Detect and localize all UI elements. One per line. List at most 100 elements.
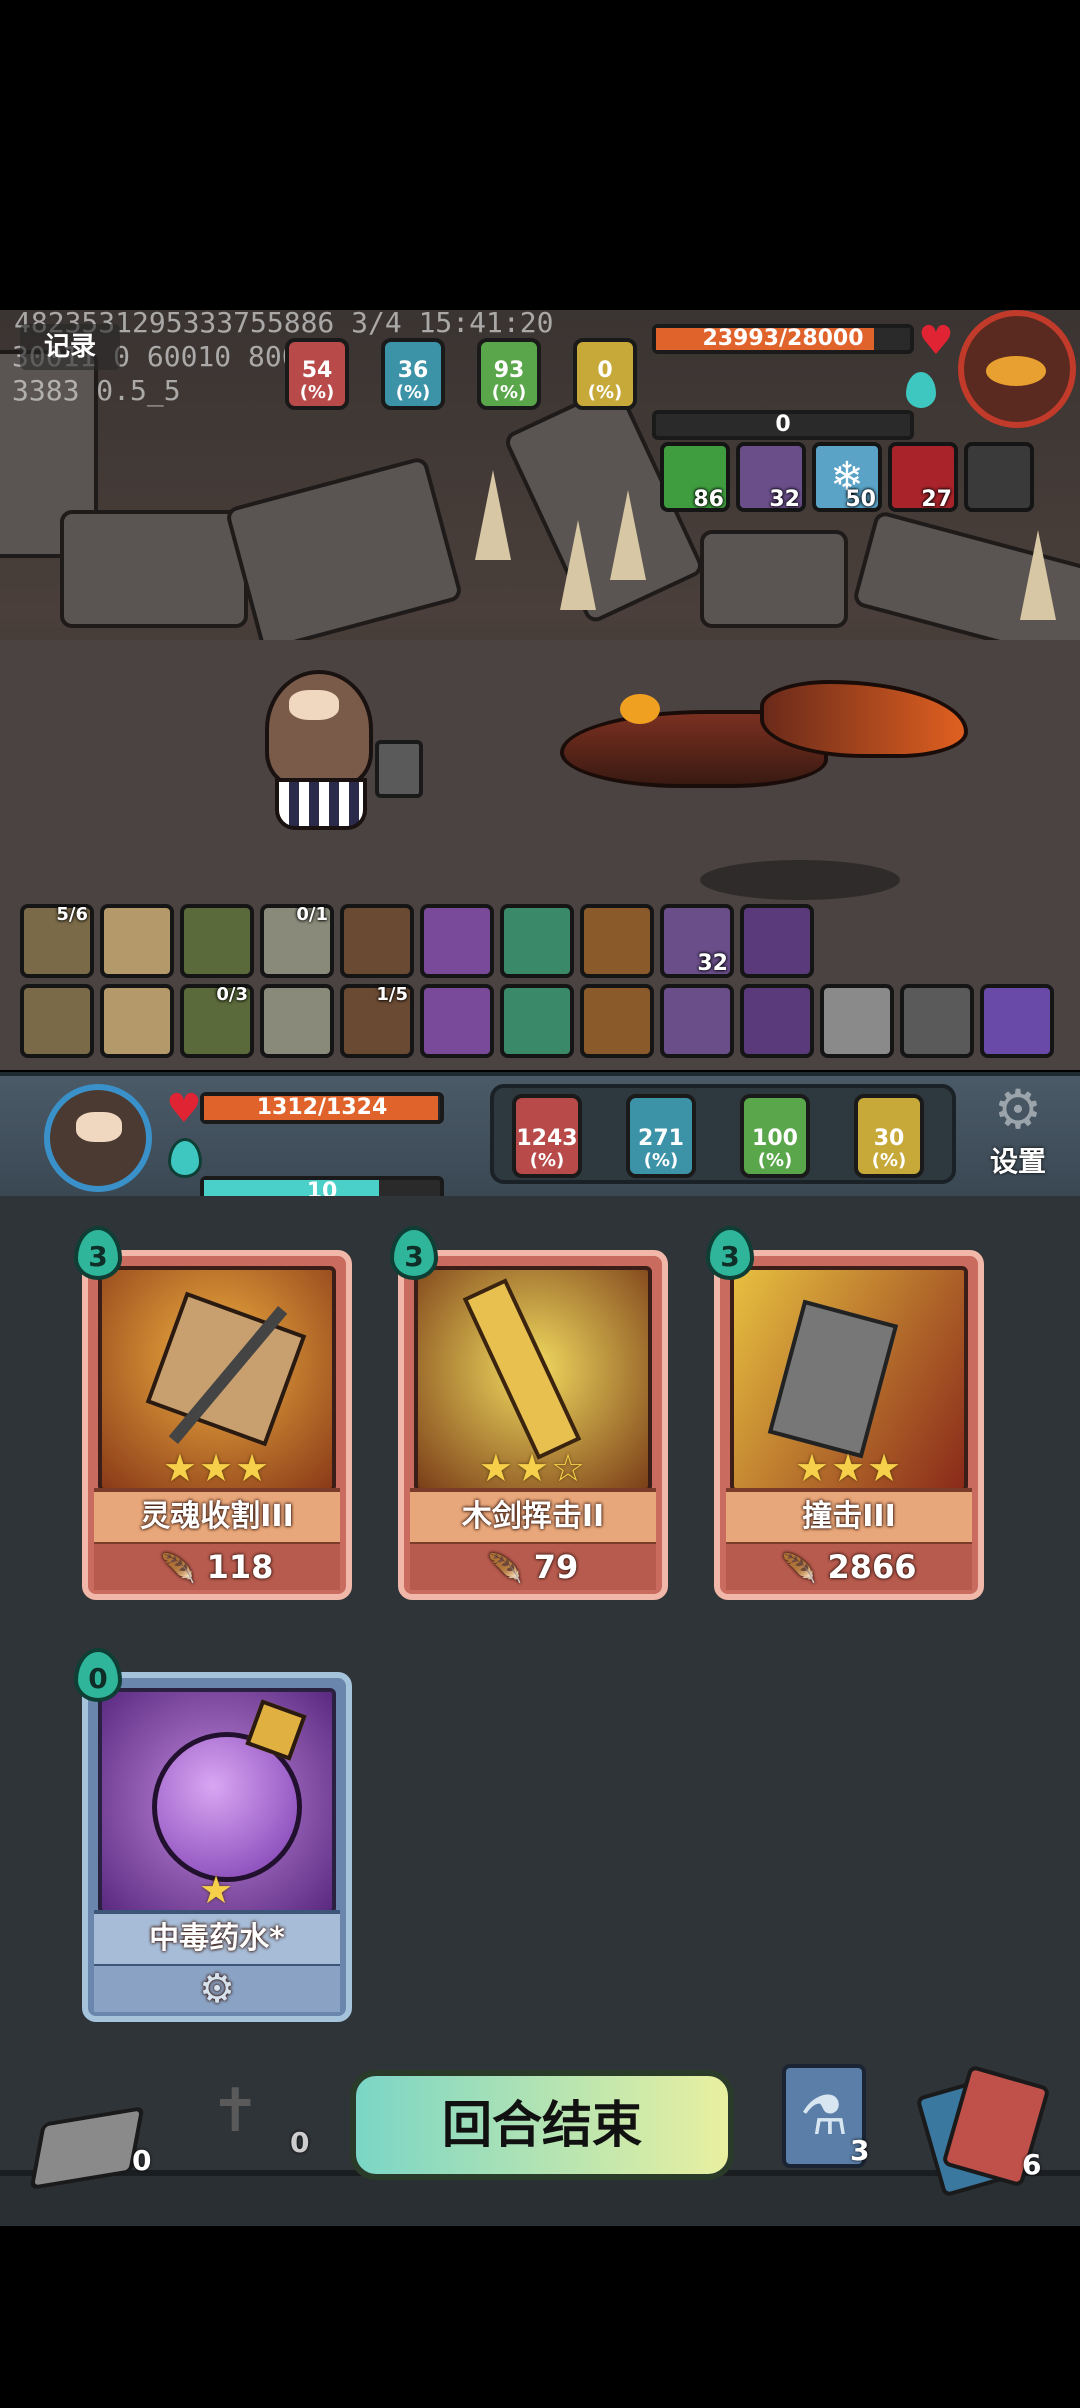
wooden-spike [1020, 530, 1056, 620]
card-damage: 🪶 118 [94, 1544, 340, 1590]
discard-pile[interactable]: 0 [29, 2104, 151, 2190]
enemy-portrait[interactable] [958, 310, 1076, 428]
card-damage: 🪶 2866 [726, 1544, 972, 1590]
card-damage: 🪶 79 [410, 1544, 656, 1590]
ring-icon[interactable]: 1/5 [340, 984, 414, 1058]
poison-skull-icon[interactable]: 86 [660, 442, 730, 512]
enemy-hp-bar: 23993/28000 [652, 324, 914, 354]
wooden-spike [475, 470, 511, 560]
wooden-club-icon[interactable] [340, 904, 414, 978]
background-rock [60, 510, 248, 628]
flower-icon[interactable] [420, 984, 494, 1058]
card-cost: 0 [74, 1648, 122, 1702]
card-cost: 3 [74, 1226, 122, 1280]
card-cost: 3 [706, 1226, 754, 1280]
card-poison-potion[interactable]: ★ 中毒药水* ⚙ [82, 1672, 352, 2022]
voodoo-doll-icon[interactable]: 32 [736, 442, 806, 512]
player-stat-tree: 30 (%) [854, 1094, 924, 1178]
hammer-icon [375, 740, 423, 798]
card-name: 木剑挥击II [410, 1488, 656, 1546]
player-hp-bar: 1312/1324 [200, 1092, 444, 1124]
enemy-stat-attack: 54 (%) [285, 338, 349, 410]
hero-character[interactable] [255, 670, 423, 840]
settings-label: 设置 [989, 1145, 1046, 1178]
feather-icon: 🪶 [781, 1552, 817, 1585]
energy-flame-icon [906, 372, 936, 408]
card-stars: ★ [198, 1868, 236, 1912]
boxing-glove-icon[interactable] [900, 984, 974, 1058]
owl-icon[interactable] [260, 984, 334, 1058]
cleaver-icon[interactable]: 0/1 [260, 904, 334, 978]
musket-icon[interactable] [180, 904, 254, 978]
card-cost: 3 [390, 1226, 438, 1280]
grave-cross-icon: ✝ [210, 2076, 261, 2146]
battle-scene: 4823531295333755886 3/4 15:41:20 30011 0… [0, 310, 1080, 1070]
enemy-stats: 54 (%) 36 (%) 93 (%) 0 (%) [285, 338, 637, 410]
graveyard-pile[interactable]: ✝ 0 [190, 2070, 320, 2170]
player-stat-defense: 100 (%) [740, 1094, 810, 1178]
relics-row-2: 0/3 1/5 [20, 984, 1054, 1058]
bear-trap-icon[interactable] [100, 984, 174, 1058]
enemy-stat-tree: 0 (%) [573, 338, 637, 410]
green-blade-icon[interactable] [500, 904, 574, 978]
enemy-stat-defense: 93 (%) [477, 338, 541, 410]
ice-cream-icon[interactable] [820, 984, 894, 1058]
draw-pile[interactable]: 6 [915, 2064, 1060, 2198]
relic-counter: 1/5 [376, 984, 408, 1005]
snowflake-icon[interactable]: ❄ 50 [812, 442, 882, 512]
relic-stack-count: 32 [697, 951, 728, 976]
card-wooden-sword[interactable]: ★★☆ 木剑挥击II 🪶 79 [398, 1250, 668, 1600]
player-portrait[interactable] [44, 1084, 152, 1192]
discard-count: 0 [132, 2144, 152, 2177]
grave-count: 0 [290, 2126, 310, 2159]
dragon-enemy[interactable] [560, 650, 970, 900]
blue-shield-icon[interactable] [980, 984, 1054, 1058]
gear-icon: ⚙ [993, 1078, 1043, 1141]
background-rock [700, 530, 848, 628]
relic-counter: 0/3 [216, 984, 248, 1005]
scroll-icon[interactable]: 5/6 [20, 904, 94, 978]
card-stars: ★★☆ [478, 1446, 588, 1490]
record-button[interactable]: 记录 [20, 324, 120, 370]
dark-gem-icon[interactable] [740, 904, 814, 978]
pouch-icon[interactable] [100, 904, 174, 978]
rose-icon[interactable] [500, 984, 574, 1058]
bleed-claw-icon[interactable]: 27 [888, 442, 958, 512]
spellbook-icon[interactable]: 0/3 [180, 984, 254, 1058]
debug-line-3: 3383 0.5_5 [12, 374, 181, 407]
hand-area: ★★★ 灵魂收割III 🪶 118 3 ★★☆ 木剑挥击II 🪶 79 3 ★★… [0, 1196, 1080, 2220]
meat-icon[interactable] [740, 984, 814, 1058]
red-glove-icon[interactable] [660, 984, 734, 1058]
hero-face-icon [76, 1112, 122, 1142]
spartan-helmet-icon[interactable] [20, 984, 94, 1058]
enemy-hp-text: 23993/28000 [702, 326, 864, 351]
spike-trap-icon[interactable] [964, 442, 1034, 512]
potion-slot[interactable]: ⚗ 3 [782, 2064, 878, 2174]
voodoo-doll-icon[interactable]: 32 [660, 904, 734, 978]
enemy-stat-question: 36 (%) [381, 338, 445, 410]
settings-button[interactable]: ⚙ 设置 [978, 1080, 1058, 1190]
enemy-shield-text: 0 [775, 412, 791, 437]
iron-helmet-icon[interactable] [580, 984, 654, 1058]
purple-crystal-icon[interactable] [420, 904, 494, 978]
player-stats: 1243 (%) 271 (%) 100 (%) 30 (%) [512, 1094, 924, 1178]
player-stat-question: 271 (%) [626, 1094, 696, 1178]
player-stat-attack: 1243 (%) [512, 1094, 582, 1178]
heart-icon: ♥ [918, 318, 954, 364]
card-charge[interactable]: ★★★ 撞击III 🪶 2866 [714, 1250, 984, 1600]
draw-count: 6 [1022, 2148, 1042, 2181]
card-stars: ★★★ [162, 1446, 272, 1490]
end-turn-button[interactable]: 回合结束 [350, 2070, 734, 2180]
feather-icon: 🪶 [487, 1552, 523, 1585]
enemy-buffs: 86 32 ❄ 50 27 [660, 442, 1034, 512]
potion-count: 3 [850, 2134, 870, 2167]
wooden-spike [610, 490, 646, 580]
card-name: 撞击III [726, 1488, 972, 1546]
card-soul-harvest[interactable]: ★★★ 灵魂收割III 🪶 118 [82, 1250, 352, 1600]
relics-row-1: 5/6 0/1 32 [20, 904, 814, 978]
amber-totem-icon[interactable] [580, 904, 654, 978]
card-stars: ★★★ [794, 1446, 904, 1490]
player-panel: ♥ 1312/1324 10 1243 (%) 271 (%) 100 (%) 30(… [0, 1072, 1080, 1208]
feather-icon: 🪶 [160, 1552, 196, 1585]
card-name: 灵魂收割III [94, 1488, 340, 1546]
